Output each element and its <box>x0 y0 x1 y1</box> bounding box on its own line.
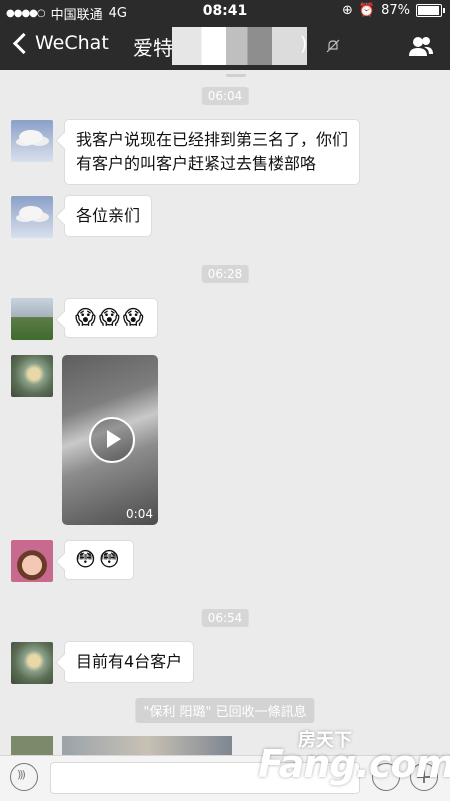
system-notice: "保利 阳璐" 已回收一條訊息 <box>135 698 315 723</box>
chat-header: WeChat 爱特 ) <box>0 24 450 70</box>
flushed-emoji-icon: 😳 <box>98 547 120 571</box>
battery-percent: 87% <box>381 3 410 18</box>
timestamp-pill: 06:54 <box>201 609 249 627</box>
status-bar: ●●●●○ 中国联通 4G 08:41 ⊕ ⏰ 87% <box>0 0 450 24</box>
avatar[interactable] <box>11 736 53 756</box>
play-icon[interactable] <box>89 417 135 463</box>
back-label: WeChat <box>35 32 109 54</box>
message-bubble[interactable]: 各位亲们 <box>64 195 153 237</box>
message-bubble[interactable]: 😳 😳 <box>64 540 134 580</box>
battery-icon <box>416 4 445 17</box>
message-text: 我客户说现在已经排到第三名了，你们 <box>76 130 349 149</box>
scream-emoji-icon: 😱 <box>75 305 96 329</box>
timestamp-pill: 06:04 <box>201 87 249 105</box>
pull-handle <box>226 74 246 77</box>
rotation-lock-icon: ⊕ <box>342 3 353 18</box>
avatar[interactable] <box>11 355 53 397</box>
scream-emoji-icon: 😱 <box>122 305 144 329</box>
chat-title[interactable]: 爱特 <box>133 32 173 61</box>
avatar[interactable] <box>11 298 53 340</box>
message-bubble[interactable]: 目前有4台客户 <box>64 641 195 683</box>
watermark-logo: 房天下 Fang.com <box>258 726 450 792</box>
video-message[interactable]: 0:04 <box>62 355 158 525</box>
voice-input-icon[interactable] <box>10 763 38 791</box>
alarm-icon: ⏰ <box>358 3 376 18</box>
flushed-emoji-icon: 😳 <box>75 547 96 571</box>
image-message[interactable] <box>62 736 232 756</box>
video-duration: 0:04 <box>126 507 153 521</box>
back-chevron-icon <box>12 32 35 54</box>
back-button[interactable]: WeChat <box>10 32 109 54</box>
mute-icon <box>326 39 340 53</box>
message-bubble[interactable]: 我客户说现在已经排到第三名了，你们 有客户的叫客户赶紧过去售楼部咯 <box>64 119 361 185</box>
avatar[interactable] <box>11 196 53 238</box>
group-members-icon[interactable] <box>408 35 434 57</box>
chat-title-suffix: ) <box>300 33 308 55</box>
avatar[interactable] <box>11 540 53 582</box>
message-text: 目前有4台客户 <box>76 652 183 671</box>
timestamp-pill: 06:28 <box>201 265 249 283</box>
watermark-en: Fang.com <box>258 742 450 786</box>
avatar[interactable] <box>11 642 53 684</box>
message-text: 各位亲们 <box>76 206 141 225</box>
scream-emoji-icon: 😱 <box>98 305 120 329</box>
message-bubble[interactable]: 😱 😱 😱 <box>64 298 158 338</box>
redacted-title-blur <box>172 27 307 65</box>
battery-fill <box>418 6 439 15</box>
message-text: 有客户的叫客户赶紧过去售楼部咯 <box>76 154 317 173</box>
avatar[interactable] <box>11 120 53 162</box>
